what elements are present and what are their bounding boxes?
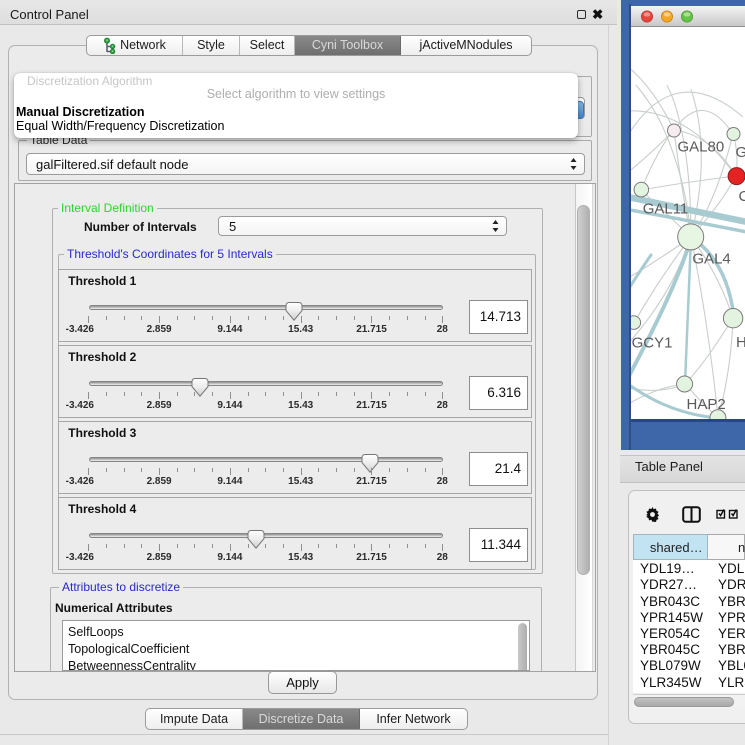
- svg-text:GCY1: GCY1: [632, 335, 673, 352]
- svg-text:GAL11: GAL11: [643, 201, 689, 218]
- svg-text:GAL80: GAL80: [678, 139, 725, 156]
- svg-text:GAL4: GAL4: [692, 251, 730, 268]
- svg-text:H: H: [736, 334, 745, 351]
- svg-text:C: C: [739, 188, 745, 205]
- svg-text:HAP2: HAP2: [687, 396, 726, 413]
- svg-text:GA: GA: [736, 144, 745, 161]
